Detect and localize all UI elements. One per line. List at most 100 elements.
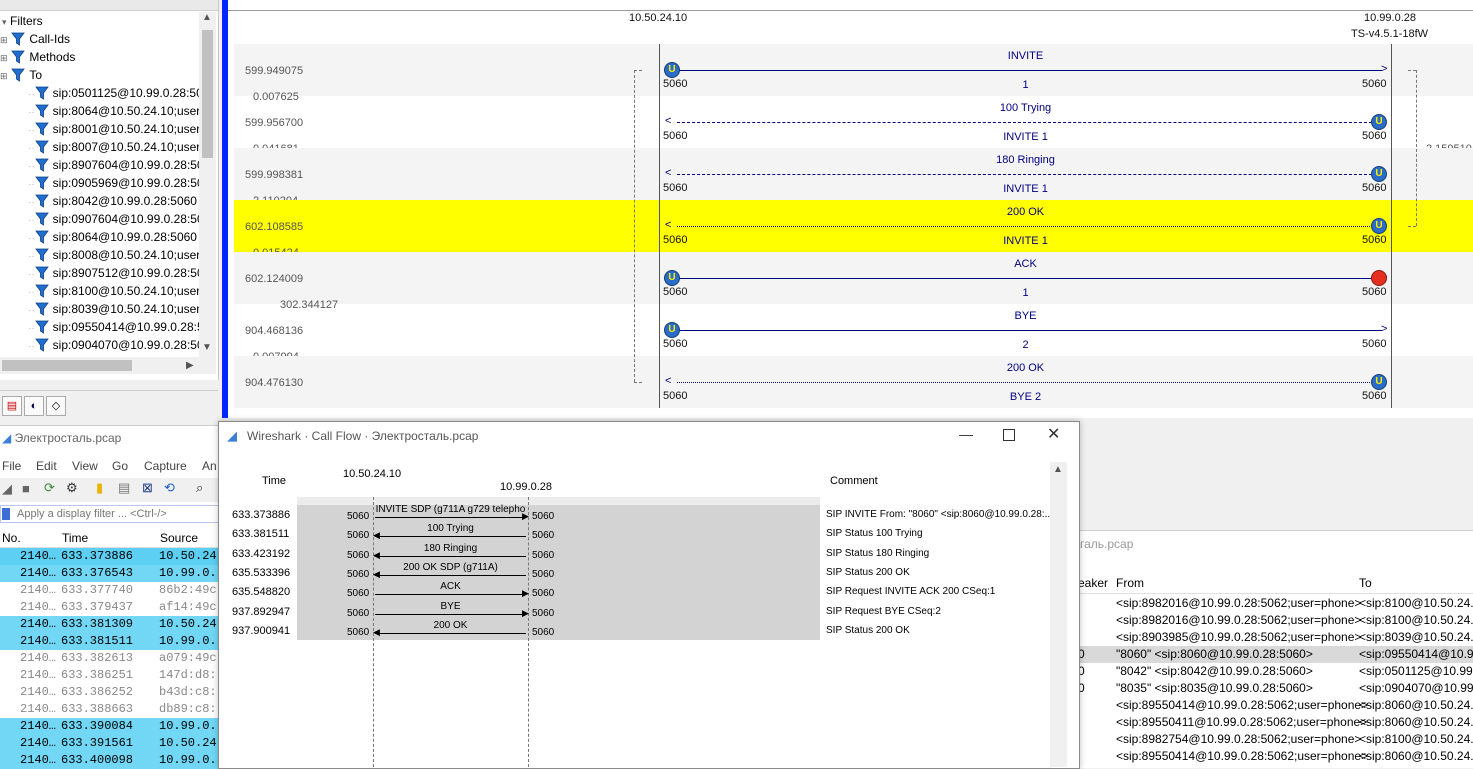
packet-row[interactable]: 2140… 633.382613 a079:49c — [0, 650, 220, 667]
voip-call-row[interactable]: <sip:8982016@10.99.0.28:5062;user=phone>… — [1078, 612, 1473, 629]
info-icon[interactable]: ◐ — [24, 396, 44, 416]
tree-item-to[interactable]: ·· sip:8042@10.99.0.28:5060 — [28, 192, 200, 210]
open-folder-icon[interactable]: ▮ — [96, 480, 103, 496]
voip-call-row[interactable]: <sip:89550411@10.99.0.28:5062;user=phone… — [1078, 714, 1473, 731]
graph-message-label[interactable]: 100 Trying — [671, 102, 1380, 114]
col-time[interactable]: Time — [62, 531, 88, 545]
dialog-row-time[interactable]: 937.892947 — [232, 606, 290, 618]
packet-row[interactable]: 2140… 633.400098 10.99.0. — [0, 752, 220, 769]
dialog-message-label[interactable]: 180 Ringing — [373, 543, 528, 554]
menu-edit[interactable]: Edit — [36, 459, 57, 473]
menu-an[interactable]: An — [202, 459, 217, 473]
tree-root-filters[interactable]: ▾ Filters — [2, 12, 43, 30]
scroll-right-icon[interactable]: ▶ — [186, 360, 194, 371]
dialog-row-time[interactable]: 635.548820 — [232, 586, 290, 598]
voip-call-row[interactable]: <sip:89550414@10.99.0.28:5062;user=phone… — [1078, 697, 1473, 714]
col-speaker[interactable]: eaker — [1078, 576, 1108, 590]
dialog-message-label[interactable]: INVITE SDP (g711A g729 telepho — [373, 504, 528, 515]
menu-view[interactable]: View — [72, 459, 98, 473]
tree-item-to[interactable]: ·· sip:8039@10.50.24.10;user=p — [28, 300, 200, 318]
display-filter-input[interactable]: Apply a display filter ... <Ctrl-/> — [0, 505, 220, 523]
col-no[interactable]: No. — [2, 531, 21, 545]
graph-message-label[interactable]: ACK — [671, 258, 1380, 270]
tree-item-to[interactable]: ·· sip:8001@10.50.24.10;user=p — [28, 120, 200, 138]
expand-icon[interactable]: ⊞ — [0, 31, 8, 49]
close-file-icon[interactable]: ⊠ — [142, 480, 153, 496]
dialog-message-label[interactable]: 200 OK SDP (g711A) — [373, 562, 528, 573]
menu-file[interactable]: File — [2, 459, 21, 473]
expand-icon[interactable]: ⊞ — [0, 49, 8, 67]
dialog-row-time[interactable]: 937.900941 — [232, 625, 290, 637]
tree-item-to[interactable]: ·· sip:0907604@10.99.0.28:5060 — [28, 210, 200, 228]
packet-row[interactable]: 2140… 633.376543 10.99.0. — [0, 565, 220, 582]
col-to[interactable]: To — [1359, 576, 1372, 590]
tree-item-to[interactable]: ·· sip:8008@10.50.24.10;user=p — [28, 246, 200, 264]
menu-capture[interactable]: Capture — [144, 459, 187, 473]
options-gear-icon[interactable]: ⚙ — [66, 480, 78, 496]
dialog-message-label[interactable]: ACK — [373, 581, 528, 592]
col-source[interactable]: Source — [160, 531, 198, 545]
packet-row[interactable]: 2140… 633.386252 b43d:c8: — [0, 684, 220, 701]
dialog-row-time[interactable]: 633.373886 — [232, 509, 290, 521]
dialog-message-label[interactable]: BYE — [373, 601, 528, 612]
packet-row[interactable]: 2140… 633.381309 10.50.24 — [0, 616, 220, 633]
tree-item-to[interactable]: ·· sip:09550414@10.99.0.28:506 — [28, 318, 200, 336]
graph-message-label[interactable]: 200 OK — [671, 206, 1380, 218]
graph-message-label[interactable]: BYE — [671, 310, 1380, 322]
tree-group-call-ids[interactable]: ⊞ Call-Ids — [0, 30, 70, 48]
dialog-vertical-scrollbar[interactable]: ▲ — [1050, 462, 1067, 767]
tree-item-to[interactable]: ·· sip:8007@10.50.24.10;user=p — [28, 138, 200, 156]
tree-item-to[interactable]: ·· sip:8907512@10.99.0.28:5062 — [28, 264, 200, 282]
tree-item-to[interactable]: ·· sip:0904070@10.99.0.28:5060 — [28, 336, 200, 354]
tree-item-to[interactable]: ·· sip:8100@10.50.24.10;user=p — [28, 282, 200, 300]
tree-group-methods[interactable]: ⊞ Methods — [0, 48, 75, 66]
tree-item-to[interactable]: ·· sip:0905969@10.99.0.28:5060 — [28, 174, 200, 192]
restart-icon[interactable]: ⟳ — [44, 480, 55, 496]
minimize-icon[interactable]: — — [959, 426, 973, 442]
packet-row[interactable]: 2140… 633.390084 10.99.0. — [0, 718, 220, 735]
tree-item-to[interactable]: ·· sip:8064@10.99.0.28:5060 — [28, 228, 200, 246]
dialog-row-time[interactable]: 635.533396 — [232, 567, 290, 579]
voip-call-row[interactable]: <sip:8982016@10.99.0.28:5062;user=phone>… — [1078, 595, 1473, 612]
graph-message-label[interactable]: 200 OK — [671, 362, 1380, 374]
dialog-message-label[interactable]: 200 OK — [373, 620, 528, 631]
menu-go[interactable]: Go — [112, 459, 128, 473]
scroll-up-icon[interactable]: ▲ — [1053, 464, 1063, 475]
dialog-row-time[interactable]: 633.381511 — [232, 528, 289, 540]
scroll-up-icon[interactable]: ▲ — [202, 12, 212, 23]
col-from[interactable]: From — [1116, 576, 1144, 590]
tree-hscroll-thumb[interactable] — [2, 360, 132, 371]
dialog-message-label[interactable]: 100 Trying — [373, 523, 528, 534]
graph-message-label[interactable]: 180 Ringing — [671, 154, 1380, 166]
stop-icon[interactable]: ■ — [22, 481, 30, 496]
maximize-icon[interactable] — [1003, 429, 1015, 441]
graph-message-label[interactable]: INVITE — [671, 50, 1380, 62]
packet-row[interactable]: 2140… 633.379437 af14:49c — [0, 599, 220, 616]
bookmark-icon[interactable] — [2, 508, 10, 520]
dialog-row-time[interactable]: 633.423192 — [232, 548, 290, 560]
shark-open-icon[interactable]: ◢ — [2, 481, 12, 497]
collapse-icon[interactable]: ▾ — [2, 13, 10, 31]
close-icon[interactable]: ✕ — [1047, 424, 1060, 444]
voip-call-row[interactable]: 0 "8060" <sip:8060@10.99.0.28:5060> <sip:0… — [1078, 646, 1473, 663]
search-icon[interactable]: ⌕ — [196, 480, 203, 496]
tree-item-to[interactable]: ·· sip:8907604@10.99.0.28:5062 — [28, 156, 200, 174]
filter-red-icon[interactable]: ▤ — [2, 396, 22, 416]
voip-call-row[interactable]: <sip:8982754@10.99.0.28:5062;user=phone>… — [1078, 731, 1473, 748]
voip-call-row[interactable]: 0 "8042" <sip:8042@10.99.0.28:5060> <sip:0… — [1078, 663, 1473, 680]
packet-row[interactable]: 2140… 633.373886 10.50.24 — [0, 548, 220, 565]
reload-file-icon[interactable]: ⟲ — [164, 480, 175, 496]
tree-scroll-thumb[interactable] — [202, 30, 213, 158]
packet-row[interactable]: 2140… 633.381511 10.99.0. — [0, 633, 220, 650]
tree-item-to[interactable]: ·· sip:8064@10.50.24.10;user=p — [28, 102, 200, 120]
voip-call-row[interactable]: <sip:8903985@10.99.0.28:5062;user=phone>… — [1078, 629, 1473, 646]
tree-item-to[interactable]: ·· sip:0501125@10.99.0.28:5060 — [28, 84, 200, 102]
tag-icon[interactable]: ◇ — [46, 396, 66, 416]
voip-call-row[interactable]: <sip:89550414@10.99.0.28:5062;user=phone… — [1078, 748, 1473, 765]
packet-row[interactable]: 2140… 633.386251 147d:d8: — [0, 667, 220, 684]
scroll-down-icon[interactable]: ▼ — [202, 342, 212, 353]
tree-group-to[interactable]: ⊞ To — [0, 66, 42, 84]
packet-row[interactable]: 2140… 633.377740 86b2:49c — [0, 582, 220, 599]
voip-call-row[interactable]: 0 "8035" <sip:8035@10.99.0.28:5060> <sip:0… — [1078, 680, 1473, 697]
packet-row[interactable]: 2140… 633.388663 db89:c8: — [0, 701, 220, 718]
